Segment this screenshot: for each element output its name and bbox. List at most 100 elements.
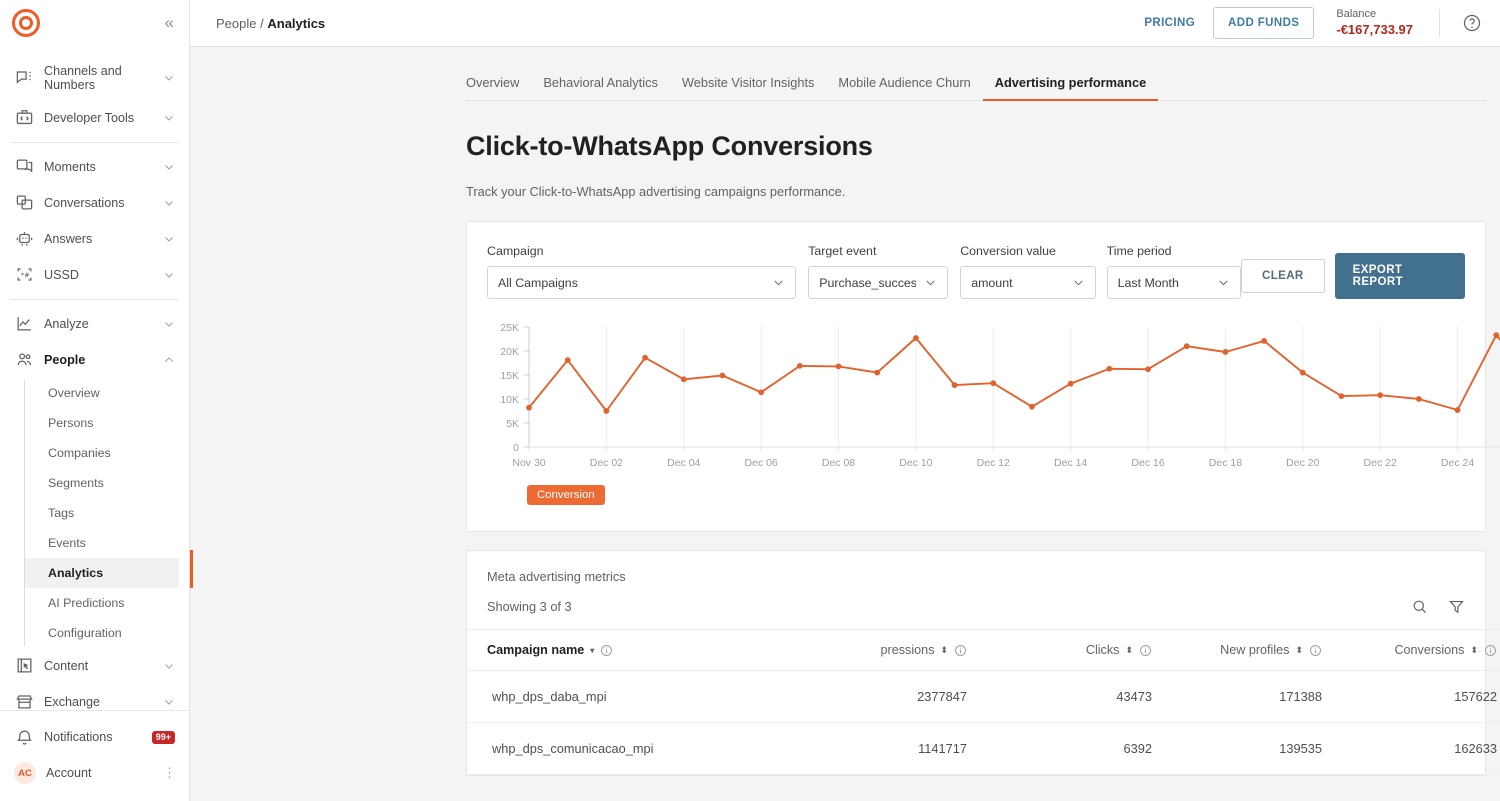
svg-text:0: 0 (513, 442, 519, 454)
sidebar-item-analytics[interactable]: Analytics (24, 557, 179, 588)
tab-website-visitor-insights[interactable]: Website Visitor Insights (670, 65, 827, 101)
table-row[interactable]: whp_dps_comunicacao_mpi 1141717 6392 139… (467, 722, 1500, 775)
target-event-select[interactable]: Purchase_success (808, 266, 949, 299)
column-clicks[interactable]: Clicks ⬍ (967, 629, 1152, 671)
help-circle-icon[interactable] (1462, 13, 1482, 33)
sidebar-item-events[interactable]: Events (24, 528, 179, 558)
column-new-profiles[interactable]: New profiles ⬍ (1152, 629, 1322, 671)
info-icon[interactable] (1139, 644, 1152, 657)
sidebar-item-persons[interactable]: Persons (24, 408, 179, 438)
sidebar-item-account[interactable]: AC Account ⋮ (0, 755, 189, 791)
tab-mobile-audience-churn[interactable]: Mobile Audience Churn (826, 65, 982, 101)
sidebar-item-label: Analyze (44, 316, 89, 331)
sidebar: « Channels and Numbers Developer Tools M… (0, 0, 190, 801)
sidebar-item-content[interactable]: Content (0, 648, 189, 684)
filter-actions: CLEAR EXPORT REPORT (1241, 253, 1465, 299)
tab-behavioral-analytics[interactable]: Behavioral Analytics (531, 65, 670, 101)
sidebar-item-configuration[interactable]: Configuration (24, 618, 179, 648)
time-period-filter: Time period Last Month (1106, 244, 1242, 299)
sidebar-footer: Notifications 99+ AC Account ⋮ (0, 710, 189, 801)
sidebar-item-label: Developer Tools (44, 110, 135, 125)
active-section-marker (190, 550, 193, 588)
app-root: « Channels and Numbers Developer Tools M… (0, 0, 1500, 801)
table-count: Showing 3 of 3 (487, 599, 572, 614)
sort-icon: ⬍ (1125, 645, 1133, 655)
info-icon[interactable] (1484, 644, 1497, 657)
legend-item-conversion[interactable]: Conversion (527, 485, 605, 505)
sidebar-item-overview[interactable]: Overview (24, 378, 179, 408)
sidebar-item-exchange[interactable]: Exchange (0, 684, 189, 710)
svg-text:Dec 06: Dec 06 (744, 457, 777, 469)
balance-value: -€167,733.97 (1336, 21, 1413, 37)
svg-text:Dec 10: Dec 10 (899, 457, 932, 469)
sidebar-item-moments[interactable]: Moments (0, 149, 189, 185)
column-conversions[interactable]: Conversions ⬍ (1322, 629, 1497, 671)
account-more-icon[interactable]: ⋮ (163, 766, 176, 779)
table-row[interactable]: whp_dps_daba_mpi 2377847 43473 171388 15… (467, 670, 1500, 723)
sidebar-item-channels-and-numbers[interactable]: Channels and Numbers (0, 56, 189, 100)
table-header-row: Campaign name ▾ pressions ⬍ Clicks ⬍ New… (467, 629, 1500, 671)
info-icon[interactable] (1309, 644, 1322, 657)
sidebar-collapse-button[interactable]: « (165, 14, 175, 31)
sidebar-item-developer-tools[interactable]: Developer Tools (0, 100, 189, 136)
sidebar-item-notifications[interactable]: Notifications 99+ (0, 719, 189, 755)
clear-button[interactable]: CLEAR (1241, 259, 1325, 293)
column-impressions[interactable]: pressions ⬍ (682, 629, 967, 671)
chevron-down-icon (163, 112, 175, 124)
breadcrumb-root[interactable]: People (216, 16, 256, 31)
campaign-select[interactable]: All Campaigns (487, 266, 797, 299)
column-campaign-name[interactable]: Campaign name ▾ (467, 629, 682, 671)
cell-campaign-name: whp_dps_daba_mpi (467, 670, 682, 723)
cell-conversions: 162633 (1322, 722, 1497, 775)
sidebar-item-ai-predictions[interactable]: AI Predictions (24, 588, 179, 618)
conversion-value-select[interactable]: amount (960, 266, 1096, 299)
conversion-chart: 0 5K 10K 15K 20K 25K Nov 30 Dec 02 Dec 04 Dec 06 D… (467, 319, 1500, 531)
sidebar-item-answers[interactable]: Answers (0, 221, 189, 257)
chevron-down-icon (163, 72, 175, 84)
page-subtitle: Track your Click-to-WhatsApp advertising… (466, 184, 846, 199)
svg-text:20K: 20K (500, 346, 519, 358)
info-icon[interactable] (600, 644, 613, 657)
svg-text:Dec 24: Dec 24 (1441, 457, 1474, 469)
conversion-value-filter-label: Conversion value (960, 244, 1056, 258)
sidebar-item-analyze[interactable]: Analyze (0, 306, 189, 342)
add-funds-button[interactable]: ADD FUNDS (1213, 7, 1315, 39)
svg-text:15K: 15K (500, 370, 519, 382)
export-report-button[interactable]: EXPORT REPORT (1334, 253, 1465, 299)
balance-block: Balance -€167,733.97 (1336, 8, 1413, 38)
sidebar-item-companies[interactable]: Companies (24, 438, 179, 468)
sidebar-item-label: Moments (44, 159, 96, 174)
breadcrumb: People / Analytics (216, 16, 325, 31)
info-icon[interactable] (954, 644, 967, 657)
tab-overview[interactable]: Overview (466, 65, 531, 101)
top-bar-actions: PRICING ADD FUNDS Balance -€167,733.97 (1134, 7, 1482, 39)
balance-label: Balance (1336, 8, 1377, 20)
sidebar-item-ussd[interactable]: *# USSD (0, 257, 189, 293)
svg-text:Dec 18: Dec 18 (1209, 457, 1242, 469)
brand-logo-icon[interactable] (12, 8, 40, 37)
sidebar-item-conversations[interactable]: Conversations (0, 185, 189, 221)
svg-text:Dec 14: Dec 14 (1054, 457, 1087, 469)
metrics-table-card: Meta advertising metrics Showing 3 of 3 (466, 550, 1500, 776)
sidebar-item-tags[interactable]: Tags (24, 498, 179, 528)
table-head: Campaign name ▾ pressions ⬍ Clicks ⬍ New… (467, 629, 1500, 671)
page-title: Click-to-WhatsApp Conversions (466, 131, 873, 161)
sidebar-item-people[interactable]: People (0, 342, 189, 378)
cell-new-profiles: 139535 (1152, 722, 1322, 775)
tab-advertising-performance[interactable]: Advertising performance (982, 65, 1159, 101)
sort-icon: ⬍ (1470, 645, 1478, 655)
sidebar-item-segments[interactable]: Segments (24, 468, 179, 498)
sort-icon: ⬍ (1295, 645, 1303, 655)
filter-icon[interactable] (1448, 598, 1465, 615)
svg-text:Dec 02: Dec 02 (590, 457, 623, 469)
cell-clicks: 6392 (967, 722, 1152, 775)
chevron-down-icon (163, 318, 175, 330)
sidebar-item-label: Account (46, 766, 92, 780)
conversion-value-filter: Conversion value amount (960, 244, 1096, 299)
people-icon (14, 350, 34, 370)
time-period-select[interactable]: Last Month (1106, 266, 1242, 299)
pricing-link[interactable]: PRICING (1134, 11, 1205, 35)
sidebar-header: « (0, 0, 189, 46)
search-icon[interactable] (1411, 598, 1428, 615)
sidebar-nav: Channels and Numbers Developer Tools Mom… (0, 46, 189, 710)
